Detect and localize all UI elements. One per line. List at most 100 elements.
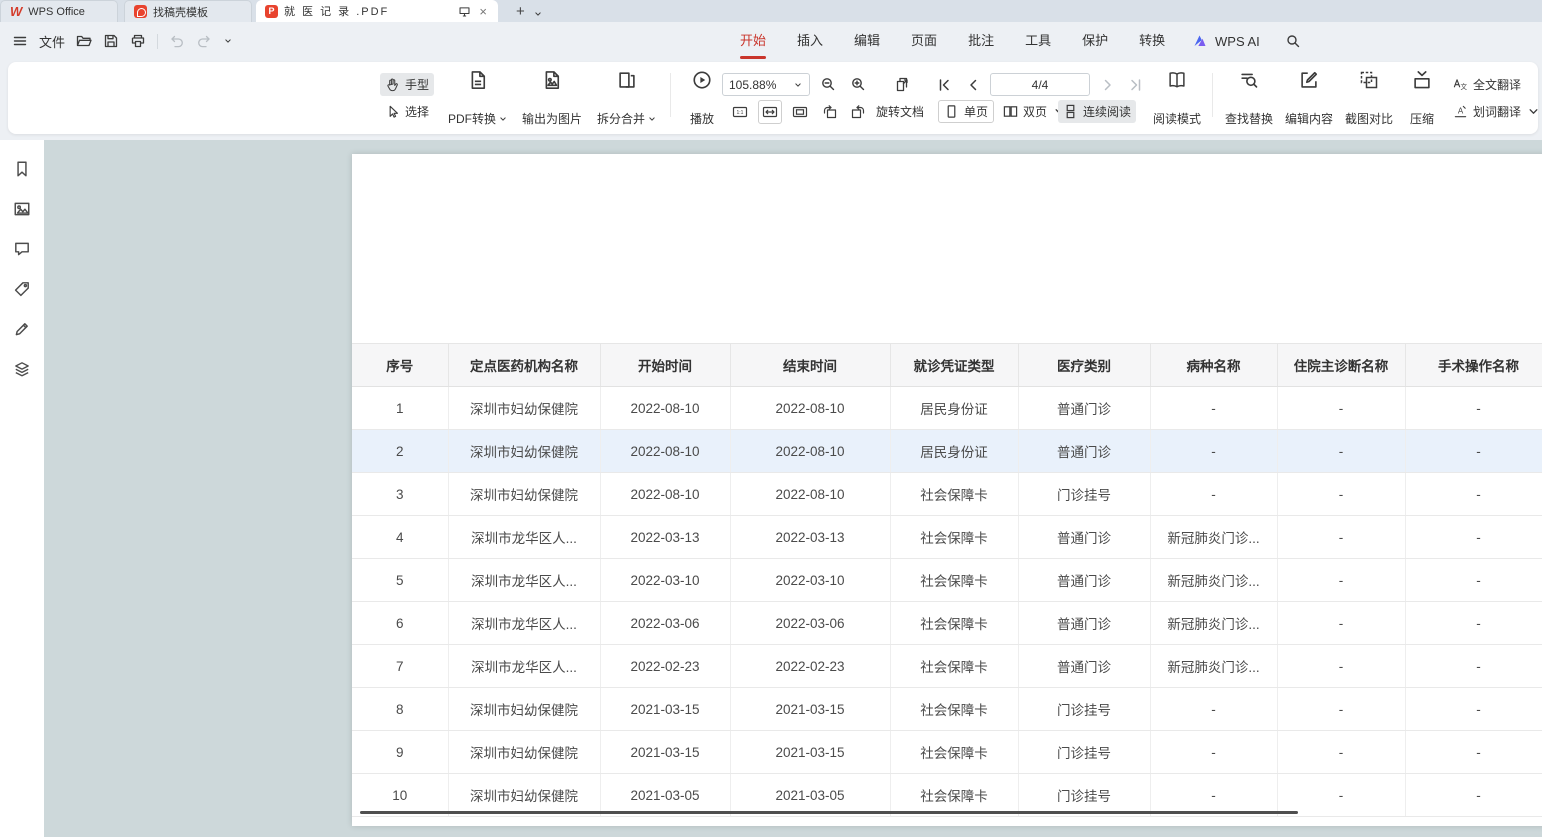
table-cell: - xyxy=(1277,516,1405,559)
last-page-button[interactable] xyxy=(1126,75,1146,95)
table-cell: 2022-03-13 xyxy=(730,516,890,559)
double-page-label: 双页 xyxy=(1023,103,1047,120)
layers-icon[interactable] xyxy=(13,360,31,378)
continuous-reading-button[interactable]: 连续阅读 xyxy=(1058,100,1136,123)
table-cell: - xyxy=(1150,731,1277,774)
edit-content-button[interactable]: 编辑内容 xyxy=(1280,70,1338,127)
continuous-reading-label: 连续阅读 xyxy=(1083,103,1131,120)
cursor-icon xyxy=(385,104,400,119)
last-page-icon xyxy=(1128,77,1144,93)
play-button[interactable]: 播放 xyxy=(680,70,724,127)
pdf-page: 序号定点医药机构名称开始时间结束时间就诊凭证类型医疗类别病种名称住院主诊断名称手… xyxy=(352,154,1542,826)
compress-icon xyxy=(1412,70,1432,90)
table-cell: 深圳市龙华区人... xyxy=(448,516,600,559)
table-row: 8深圳市妇幼保健院2021-03-152021-03-15社会保障卡门诊挂号--… xyxy=(352,688,1542,731)
bookmark-icon[interactable] xyxy=(13,160,31,178)
single-page-button[interactable]: 单页 xyxy=(938,100,994,123)
chevron-down-icon xyxy=(1526,104,1541,119)
menu-convert[interactable]: 转换 xyxy=(1139,22,1165,60)
table-cell: 7 xyxy=(352,645,448,688)
table-cell: - xyxy=(1405,774,1542,817)
attachment-tag-icon[interactable] xyxy=(13,280,31,298)
find-replace-icon xyxy=(1239,70,1259,90)
table-row: 4深圳市龙华区人...2022-03-132022-03-13社会保障卡普通门诊… xyxy=(352,516,1542,559)
next-page-button[interactable] xyxy=(1098,75,1118,95)
main-menu-icon[interactable] xyxy=(12,33,28,49)
open-file-icon[interactable] xyxy=(76,33,92,49)
table-cell: 2022-02-23 xyxy=(600,645,730,688)
pdf-convert-button[interactable]: PDF转换 xyxy=(444,70,512,127)
edit-content-icon xyxy=(1299,70,1319,90)
table-cell: 普通门诊 xyxy=(1018,559,1150,602)
export-image-label: 输出为图片 xyxy=(522,110,582,127)
wps-ai-label[interactable]: WPS AI xyxy=(1215,34,1260,49)
menu-page[interactable]: 页面 xyxy=(911,22,937,60)
zoom-in-button[interactable] xyxy=(848,74,868,94)
save-icon[interactable] xyxy=(103,33,119,49)
pdf-convert-icon xyxy=(468,70,488,90)
page-indicator: 4/4 xyxy=(1032,78,1049,92)
table-cell: 4 xyxy=(352,516,448,559)
compress-button[interactable]: 压缩 xyxy=(1400,70,1444,127)
file-menu[interactable]: 文件 xyxy=(39,32,65,51)
comment-icon[interactable] xyxy=(13,240,31,258)
wps-ai-icon[interactable] xyxy=(1192,33,1208,49)
thumbnail-icon[interactable] xyxy=(13,200,31,218)
table-cell: 深圳市龙华区人... xyxy=(448,559,600,602)
screenshot-compare-button[interactable]: 截图对比 xyxy=(1340,70,1398,127)
extract-pages-button[interactable] xyxy=(892,74,912,94)
first-page-button[interactable] xyxy=(934,75,954,95)
fit-page-button[interactable] xyxy=(790,102,810,122)
table-cell: 2022-08-10 xyxy=(600,473,730,516)
menu-annotate[interactable]: 批注 xyxy=(968,22,994,60)
undo-icon[interactable] xyxy=(169,33,185,49)
find-replace-button[interactable]: 查找替换 xyxy=(1220,70,1278,127)
table-cell: 2022-02-23 xyxy=(730,645,890,688)
menu-tools[interactable]: 工具 xyxy=(1025,22,1051,60)
table-cell: - xyxy=(1150,430,1277,473)
menu-protect[interactable]: 保护 xyxy=(1082,22,1108,60)
print-icon[interactable] xyxy=(130,33,146,49)
full-translate-button[interactable]: 全文翻译 xyxy=(1448,73,1526,96)
app-chrome: 文件 开始 插入 编辑 页面 批注 工具 保护 转换 WPS AI xyxy=(0,22,1542,140)
zoom-level-select[interactable]: 105.88% xyxy=(722,73,810,96)
undo-history-chevron-icon[interactable] xyxy=(223,36,233,46)
menu-home[interactable]: 开始 xyxy=(740,22,766,60)
export-image-button[interactable]: 输出为图片 xyxy=(516,70,588,127)
redo-icon[interactable] xyxy=(196,33,212,49)
table-cell: 新冠肺炎门诊... xyxy=(1150,516,1277,559)
tab-list-chevron-icon[interactable] xyxy=(533,9,543,19)
table-cell: 普通门诊 xyxy=(1018,602,1150,645)
rotate-document-button[interactable]: 旋转文档 xyxy=(876,101,924,123)
table-cell: 2021-03-15 xyxy=(730,688,890,731)
previous-page-button[interactable] xyxy=(963,75,983,95)
split-merge-button[interactable]: 拆分合并 xyxy=(594,70,660,127)
tab-wps-office[interactable]: W WPS Office xyxy=(0,0,118,22)
rotate-right-button[interactable] xyxy=(848,102,868,122)
tab-document-pdf[interactable]: P 就 医 记 录 .PDF × xyxy=(256,0,498,22)
table-cell: - xyxy=(1150,688,1277,731)
rotate-left-button[interactable] xyxy=(820,102,840,122)
close-tab-icon[interactable]: × xyxy=(477,5,489,18)
zoom-value: 105.88% xyxy=(729,78,776,92)
select-tool-button[interactable]: 选择 xyxy=(380,100,434,123)
menu-edit[interactable]: 编辑 xyxy=(854,22,880,60)
table-row: 9深圳市妇幼保健院2021-03-152021-03-15社会保障卡门诊挂号--… xyxy=(352,731,1542,774)
monitor-icon[interactable] xyxy=(458,5,471,18)
table-cell: 8 xyxy=(352,688,448,731)
menu-insert[interactable]: 插入 xyxy=(797,22,823,60)
compress-label: 压缩 xyxy=(1410,110,1434,127)
annotation-pen-icon[interactable] xyxy=(13,320,31,338)
zoom-out-button[interactable] xyxy=(818,74,838,94)
hand-tool-button[interactable]: 手型 xyxy=(380,73,434,96)
menubar-search-icon[interactable] xyxy=(1285,33,1301,49)
read-mode-button[interactable]: 阅读模式 xyxy=(1148,70,1206,127)
new-tab-button[interactable]: + xyxy=(516,2,525,22)
actual-size-button[interactable] xyxy=(730,102,750,122)
page-number-input[interactable]: 4/4 xyxy=(990,73,1090,96)
tab-docer-template[interactable]: 找稿壳模板 xyxy=(124,0,252,22)
word-translate-button[interactable]: 划词翻译 xyxy=(1448,100,1542,123)
continuous-reading-icon xyxy=(1063,104,1078,119)
divider xyxy=(670,73,671,117)
fit-width-button[interactable] xyxy=(758,100,782,124)
